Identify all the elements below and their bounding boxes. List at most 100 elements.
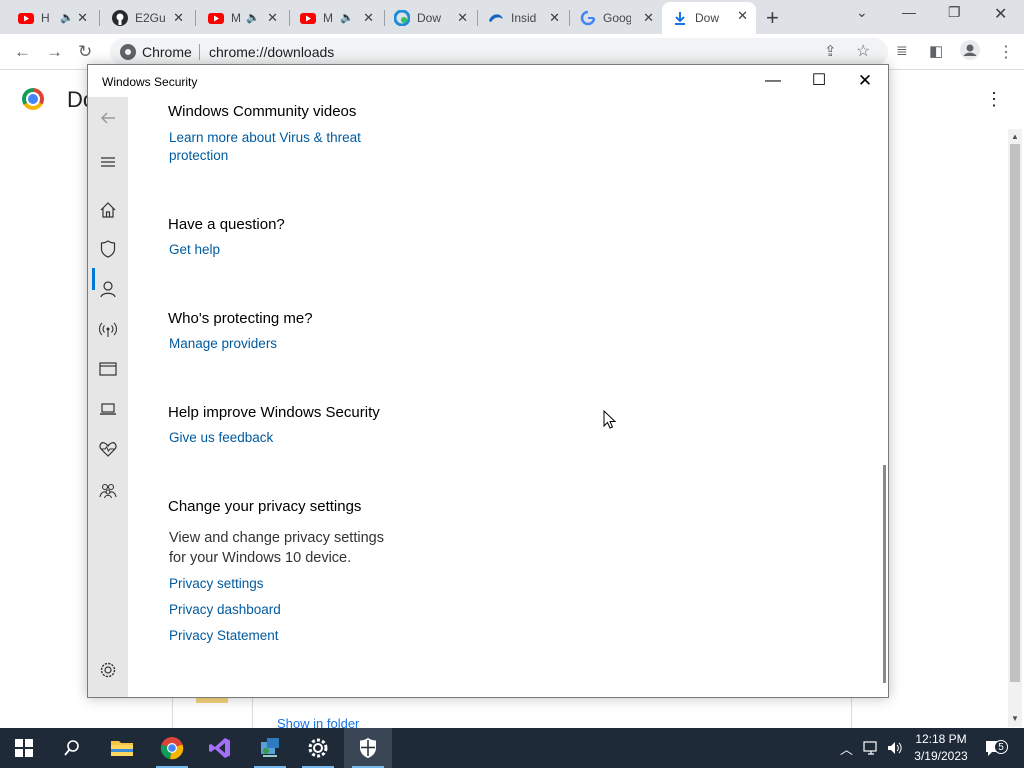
url-text[interactable]: chrome://downloads	[209, 44, 334, 60]
share-icon[interactable]: ⇪	[824, 42, 837, 60]
back-arrow-icon[interactable]	[98, 108, 118, 128]
browser-tab-strip: H 🔈 ✕ E2Gu ✕ M 🔈 ✕ M 🔈 ✕ Dow ✕ Insid ✕ G…	[0, 0, 1024, 34]
minimize-icon[interactable]: —	[902, 4, 916, 20]
forward-icon[interactable]: →	[46, 42, 63, 62]
give-feedback-link[interactable]: Give us feedback	[169, 429, 273, 447]
privacy-statement-link[interactable]: Privacy Statement	[169, 627, 279, 645]
privacy-settings-link[interactable]: Privacy settings	[169, 575, 264, 593]
new-tab-button[interactable]: +	[766, 5, 779, 31]
taskbar-app[interactable]	[246, 728, 294, 768]
browser-tab[interactable]: E2Gu ✕	[102, 4, 192, 32]
browser-tab[interactable]: Insid ✕	[478, 4, 568, 32]
body-line: View and change privacy settings	[169, 530, 384, 546]
page-menu-icon[interactable]: ⋮	[985, 89, 1003, 110]
taskbar-chrome[interactable]	[148, 728, 196, 768]
close-tab-icon[interactable]: ✕	[737, 8, 748, 24]
window-title: Windows Security	[102, 75, 198, 89]
reload-icon[interactable]: ↻	[78, 42, 92, 62]
github-icon	[112, 10, 128, 26]
close-tab-icon[interactable]: ✕	[457, 10, 468, 26]
browser-tab[interactable]: M 🔈 ✕	[290, 4, 382, 32]
show-hidden-icons-icon[interactable]: ︿	[840, 728, 853, 768]
page-scrollbar-thumb[interactable]	[1010, 144, 1020, 682]
link-line[interactable]: Learn more about Virus & threat	[169, 129, 361, 147]
virus-threat-link[interactable]: Learn more about Virus & threat protecti…	[169, 129, 361, 165]
windows-taskbar: ︿ 12:18 PM 3/19/2023 5	[0, 728, 1024, 768]
visual-studio-icon	[209, 738, 230, 758]
nav-active-indicator	[92, 268, 95, 290]
site-label: Chrome	[142, 44, 192, 60]
browser-tab[interactable]: Goog ✕	[570, 4, 662, 32]
address-bar[interactable]: Chrome chrome://downloads ⇪ ☆	[110, 38, 888, 66]
taskbar-file-explorer[interactable]	[98, 728, 146, 768]
settings-gear-icon[interactable]	[98, 660, 118, 680]
window-close-button[interactable]: ✕	[842, 65, 888, 97]
google-icon	[580, 10, 596, 26]
taskbar-clock[interactable]: 12:18 PM 3/19/2023	[908, 731, 974, 765]
laptop-icon[interactable]	[98, 399, 118, 419]
window-titlebar[interactable]: Windows Security — ☐ ✕	[88, 65, 888, 97]
youtube-icon	[18, 13, 34, 24]
media-control-icon[interactable]: ≣	[896, 42, 908, 59]
taskbar-windows-security[interactable]	[344, 728, 392, 768]
manage-providers-link[interactable]: Manage providers	[169, 335, 277, 353]
family-icon[interactable]	[98, 481, 118, 501]
window-maximize-button[interactable]: ☐	[796, 65, 842, 97]
nav-rail	[88, 97, 128, 697]
scroll-up-icon[interactable]: ▲	[1011, 132, 1019, 141]
app-browser-icon[interactable]	[98, 359, 118, 379]
close-tab-icon[interactable]: ✕	[549, 10, 560, 26]
section-heading: Change your privacy settings	[168, 498, 362, 515]
profile-avatar-icon[interactable]	[960, 40, 980, 65]
chrome-icon	[160, 737, 184, 760]
speaker-icon[interactable]: 🔈	[60, 11, 74, 24]
mouse-cursor-icon	[603, 410, 617, 429]
link-line[interactable]: protection	[169, 147, 361, 165]
network-icon[interactable]	[862, 728, 880, 768]
tab-search-chevron-icon[interactable]: ⌄	[856, 4, 868, 21]
chrome-menu-icon[interactable]: ⋮	[998, 42, 1014, 62]
close-icon[interactable]: ✕	[994, 4, 1007, 24]
wireless-icon[interactable]	[98, 319, 118, 339]
start-button[interactable]	[0, 728, 48, 768]
window-scrollbar-thumb[interactable]	[883, 465, 886, 683]
close-tab-icon[interactable]: ✕	[267, 10, 278, 26]
get-help-link[interactable]: Get help	[169, 241, 220, 259]
taskbar-visual-studio[interactable]	[196, 728, 244, 768]
speaker-icon[interactable]: 🔈	[340, 11, 354, 24]
side-panel-icon[interactable]: ◧	[929, 42, 943, 60]
back-icon[interactable]: ←	[14, 42, 31, 62]
taskbar-settings[interactable]	[294, 728, 342, 768]
hamburger-menu-icon[interactable]	[98, 152, 118, 172]
section-heading: Windows Community videos	[168, 103, 357, 120]
windows-security-window: Windows Security — ☐ ✕ Windows Community…	[87, 64, 889, 698]
home-icon[interactable]	[98, 200, 118, 220]
shield-icon[interactable]	[98, 239, 118, 259]
section-heading: Help improve Windows Security	[168, 404, 380, 421]
bookmark-star-icon[interactable]: ☆	[856, 41, 870, 61]
browser-tab[interactable]: H 🔈 ✕	[8, 4, 96, 32]
clock-date: 3/19/2023	[914, 749, 968, 763]
scroll-down-icon[interactable]: ▼	[1011, 714, 1019, 723]
window-minimize-button[interactable]: —	[750, 65, 796, 97]
browser-tab[interactable]: M 🔈 ✕	[198, 4, 286, 32]
browser-tab-active[interactable]: Dow ✕	[662, 2, 756, 34]
restore-icon[interactable]: ❐	[948, 4, 961, 21]
download-icon	[675, 12, 685, 25]
volume-icon[interactable]	[886, 728, 902, 768]
person-icon[interactable]	[98, 279, 118, 299]
speaker-icon[interactable]: 🔈	[246, 11, 260, 24]
close-tab-icon[interactable]: ✕	[77, 10, 88, 26]
browser-tab[interactable]: Dow ✕	[384, 4, 476, 32]
security-content: Windows Community videos Learn more abou…	[128, 97, 888, 697]
close-tab-icon[interactable]: ✕	[173, 10, 184, 26]
clock-time: 12:18 PM	[915, 732, 967, 746]
windows-logo-icon	[15, 739, 33, 757]
privacy-dashboard-link[interactable]: Privacy dashboard	[169, 601, 281, 619]
edge-icon	[394, 10, 410, 26]
health-heart-icon[interactable]	[98, 439, 118, 459]
close-tab-icon[interactable]: ✕	[363, 10, 374, 26]
close-tab-icon[interactable]: ✕	[643, 10, 654, 26]
section-heading: Have a question?	[168, 216, 285, 233]
search-button[interactable]	[48, 728, 96, 768]
